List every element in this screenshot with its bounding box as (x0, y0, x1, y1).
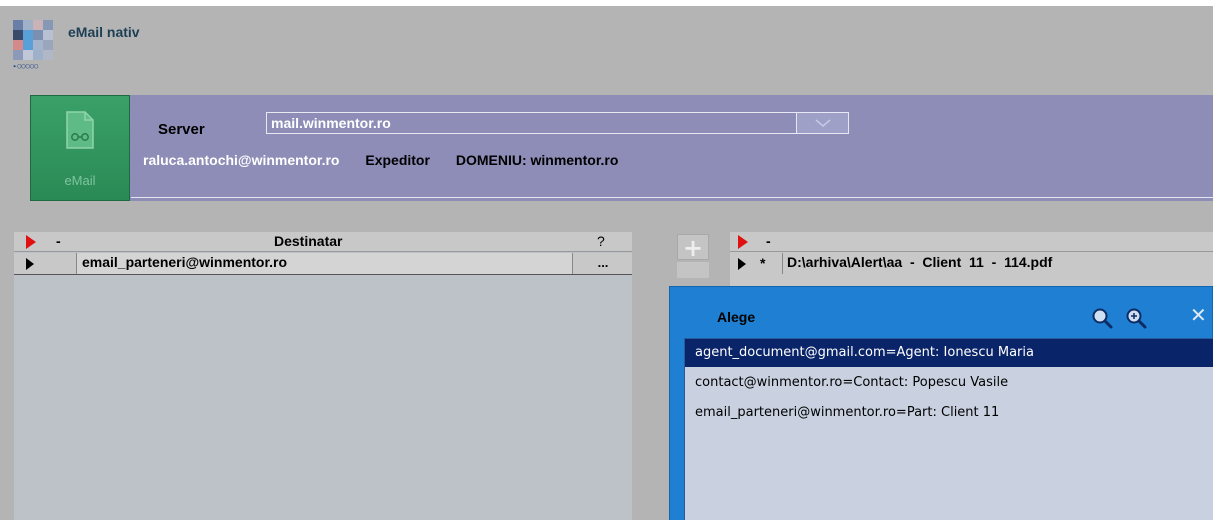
server-combo-input[interactable]: mail.winmentor.ro (266, 112, 796, 134)
chevron-down-icon (815, 119, 831, 127)
list-item[interactable]: email_parteneri@winmentor.ro=Part: Clien… (685, 399, 1213, 427)
add-attachment-button[interactable]: + (677, 234, 709, 262)
email-settings-bar: eMail Server mail.winmentor.ro raluca.an… (30, 95, 1213, 201)
attachment-path-cell[interactable]: D:\arhiva\Alert\aa - Client 11 - 114.pdf (782, 253, 1056, 274)
sender-info-line: raluca.antochi@winmentor.ro Expeditor DO… (143, 152, 618, 168)
app-title: eMail nativ (68, 24, 140, 40)
attachments-grid-header: - (730, 232, 1213, 252)
row-pointer-icon (26, 258, 34, 270)
server-dropdown-button[interactable] (796, 112, 849, 134)
close-icon[interactable]: ✕ (1190, 303, 1207, 327)
help-column-header[interactable]: ? (597, 233, 605, 249)
list-item[interactable]: agent_document@gmail.com=Agent: Ionescu … (685, 339, 1213, 367)
sender-label: Expeditor (365, 152, 430, 168)
domain-text: DOMENIU: winmentor.ro (455, 152, 619, 168)
destinatar-column-header[interactable]: Destinatar (274, 233, 342, 249)
recipient-email-cell[interactable]: email_parteneri@winmentor.ro (76, 253, 573, 274)
record-marker-icon (738, 235, 748, 249)
server-label: Server (158, 121, 205, 138)
divider (131, 197, 1213, 198)
table-row[interactable]: email_parteneri@winmentor.ro ... (14, 253, 632, 275)
app-window: ▸○○○○○ eMail nativ eMail Server mail.win… (0, 6, 1213, 520)
new-row-flag: * (760, 255, 766, 271)
email-button-label: eMail (64, 173, 96, 188)
recipients-grid-header: - Destinatar ? (14, 232, 632, 252)
choose-popup: Alege ✕ agent_document@gmail.com=Agent: … (669, 286, 1213, 520)
choice-list: agent_document@gmail.com=Agent: Ionescu … (684, 338, 1213, 520)
search-icon[interactable] (1091, 307, 1113, 329)
sender-email: raluca.antochi@winmentor.ro (143, 152, 340, 168)
recipient-browse-button[interactable]: ... (574, 253, 632, 274)
document-icon (66, 111, 94, 149)
record-marker-icon (26, 235, 36, 249)
indicator-column-header: - (766, 233, 771, 249)
row-pointer-icon (738, 258, 746, 270)
email-button[interactable]: eMail (30, 95, 130, 201)
remove-attachment-button[interactable] (677, 262, 709, 278)
plus-icon: + (682, 234, 704, 262)
popup-title: Alege (717, 309, 756, 325)
indicator-column-header: - (56, 233, 61, 249)
recipients-grid: - Destinatar ? email_parteneri@winmentor… (14, 232, 632, 520)
app-logo-icon: ▸○○○○○ (13, 20, 55, 70)
app-logo-dots: ▸○○○○○ (13, 62, 39, 70)
list-item[interactable]: contact@winmentor.ro=Contact: Popescu Va… (685, 369, 1213, 397)
attachments-grid: - * D:\arhiva\Alert\aa - Client 11 - 114… (730, 232, 1213, 292)
table-row[interactable]: * D:\arhiva\Alert\aa - Client 11 - 114.p… (730, 253, 1213, 275)
advanced-search-icon[interactable] (1125, 307, 1149, 329)
